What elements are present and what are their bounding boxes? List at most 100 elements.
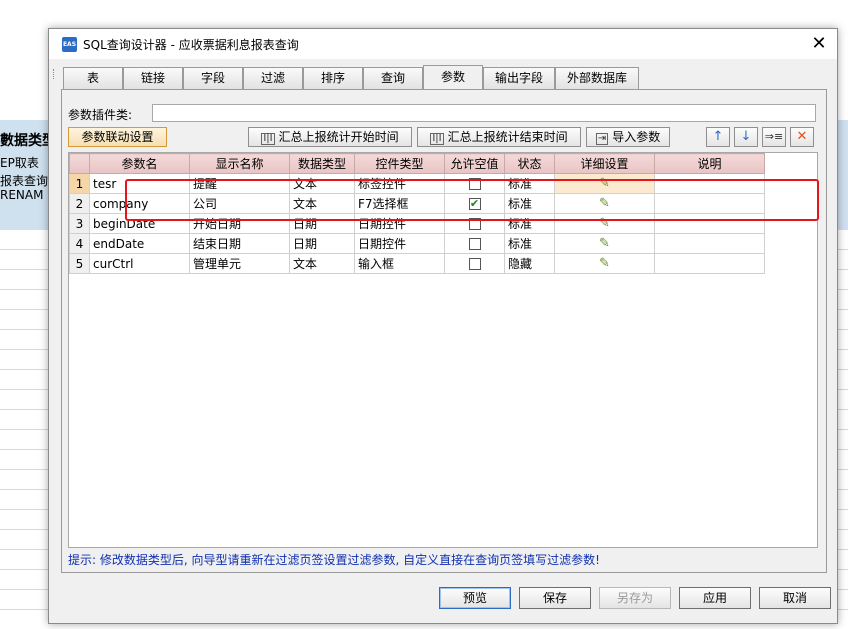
table-row[interactable]: 5 curCtrl 管理单元 文本 输入框 隐藏 ✎: [69, 253, 765, 274]
cancel-button[interactable]: 取消: [759, 587, 831, 609]
allow-null-checkbox[interactable]: [468, 238, 481, 250]
pencil-icon[interactable]: ✎: [599, 256, 610, 271]
status-cell[interactable]: 标准: [504, 213, 555, 234]
data-type-cell[interactable]: 日期: [289, 213, 355, 234]
table-header-row: 参数名 显示名称 数据类型 控件类型 允许空值 状态 详细设置 说明: [69, 153, 765, 174]
column-header[interactable]: 控件类型: [354, 153, 445, 174]
table-row[interactable]: 3 beginDate 开始日期 日期 日期控件 标准 ✎: [69, 213, 765, 234]
nullable-cell[interactable]: ✔: [444, 193, 505, 214]
tab-filter[interactable]: 过滤: [243, 67, 303, 89]
row-number[interactable]: 3: [69, 213, 90, 234]
params-panel: 参数插件类: 参数联动设置 I|I 汇总上报统计开始时间 I|I 汇总上报统计结束时…: [61, 89, 827, 573]
display-name-cell[interactable]: 结束日期: [189, 233, 290, 254]
row-number[interactable]: 1: [69, 173, 90, 194]
param-name-cell[interactable]: tesr: [89, 173, 190, 194]
row-number[interactable]: 2: [69, 193, 90, 214]
control-type-cell[interactable]: F7选择框: [354, 193, 445, 214]
preview-button[interactable]: 预览: [439, 587, 511, 609]
summary-start-time-button[interactable]: I|I 汇总上报统计开始时间: [248, 127, 412, 147]
description-cell[interactable]: [654, 233, 765, 254]
calendar-icon: I|I: [430, 133, 444, 145]
control-type-cell[interactable]: 标签控件: [354, 173, 445, 194]
nullable-cell[interactable]: [444, 173, 505, 194]
display-name-cell[interactable]: 管理单元: [189, 253, 290, 274]
column-header[interactable]: 数据类型: [289, 153, 355, 174]
tab-params[interactable]: 参数: [423, 65, 483, 89]
description-cell[interactable]: [654, 193, 765, 214]
background-header-line: EP取表: [0, 156, 39, 170]
param-name-cell[interactable]: company: [89, 193, 190, 214]
description-cell[interactable]: [654, 213, 765, 234]
nullable-cell[interactable]: [444, 213, 505, 234]
pencil-icon[interactable]: ✎: [599, 176, 610, 191]
table-row[interactable]: 2 company 公司 文本 F7选择框 ✔ 标准 ✎: [69, 193, 765, 214]
column-header[interactable]: 详细设置: [554, 153, 655, 174]
allow-null-checkbox[interactable]: [468, 258, 481, 270]
status-cell[interactable]: 标准: [504, 173, 555, 194]
column-header[interactable]: 说明: [654, 153, 765, 174]
status-cell[interactable]: 标准: [504, 233, 555, 254]
data-type-cell[interactable]: 文本: [289, 173, 355, 194]
tab-query[interactable]: 查询: [363, 67, 423, 89]
tab-table[interactable]: 表: [63, 67, 123, 89]
table-row[interactable]: 1 tesr 提醒 文本 标签控件 标准 ✎: [69, 173, 765, 194]
arrow-down-icon[interactable]: ↓: [734, 127, 758, 147]
data-type-cell[interactable]: 日期: [289, 233, 355, 254]
pencil-icon[interactable]: ✎: [599, 196, 610, 211]
detail-settings-cell[interactable]: ✎: [554, 193, 655, 214]
control-type-cell[interactable]: 输入框: [354, 253, 445, 274]
tab-output-fields[interactable]: 输出字段: [483, 67, 555, 89]
params-table-container: 参数名 显示名称 数据类型 控件类型 允许空值 状态 详细设置 说明 1 tesr…: [68, 152, 818, 548]
save-button[interactable]: 保存: [519, 587, 591, 609]
control-type-cell[interactable]: 日期控件: [354, 213, 445, 234]
summary-end-time-button[interactable]: I|I 汇总上报统计结束时间: [417, 127, 581, 147]
nullable-cell[interactable]: [444, 253, 505, 274]
pencil-icon[interactable]: ✎: [599, 216, 610, 231]
data-type-cell[interactable]: 文本: [289, 193, 355, 214]
tab-sort[interactable]: 排序: [303, 67, 363, 89]
import-icon: ⇥: [595, 133, 609, 145]
tab-link[interactable]: 链接: [123, 67, 183, 89]
display-name-cell[interactable]: 提醒: [189, 173, 290, 194]
data-type-cell[interactable]: 文本: [289, 253, 355, 274]
close-icon[interactable]: ✕: [807, 32, 831, 56]
control-type-cell[interactable]: 日期控件: [354, 233, 445, 254]
status-cell[interactable]: 隐藏: [504, 253, 555, 274]
detail-settings-cell[interactable]: ✎: [554, 233, 655, 254]
param-name-cell[interactable]: endDate: [89, 233, 190, 254]
allow-null-checkbox[interactable]: [468, 178, 481, 190]
allow-null-checkbox[interactable]: [468, 218, 481, 230]
column-header[interactable]: 显示名称: [189, 153, 290, 174]
param-name-cell[interactable]: curCtrl: [89, 253, 190, 274]
row-number[interactable]: 5: [69, 253, 90, 274]
title-bar[interactable]: EAS SQL查询设计器 - 应收票据利息报表查询 ✕: [49, 29, 837, 59]
table-row[interactable]: 4 endDate 结束日期 日期 日期控件 标准 ✎: [69, 233, 765, 254]
pencil-icon[interactable]: ✎: [599, 236, 610, 251]
param-linkage-button[interactable]: 参数联动设置: [68, 127, 167, 147]
tab-external-db[interactable]: 外部数据库: [555, 67, 639, 89]
status-cell[interactable]: 标准: [504, 193, 555, 214]
apply-button[interactable]: 应用: [679, 587, 751, 609]
detail-settings-cell[interactable]: ✎: [554, 253, 655, 274]
column-header[interactable]: 参数名: [89, 153, 190, 174]
row-number[interactable]: 4: [69, 233, 90, 254]
save-as-button[interactable]: 另存为: [599, 587, 671, 609]
tab-field[interactable]: 字段: [183, 67, 243, 89]
display-name-cell[interactable]: 公司: [189, 193, 290, 214]
arrow-up-icon[interactable]: ↑: [706, 127, 730, 147]
delete-icon[interactable]: ✕: [790, 127, 814, 147]
column-header[interactable]: 允许空值: [444, 153, 505, 174]
allow-null-checkbox[interactable]: ✔: [468, 198, 481, 210]
dialog-title: SQL查询设计器 - 应收票据利息报表查询: [83, 38, 299, 52]
description-cell[interactable]: [654, 253, 765, 274]
detail-settings-cell[interactable]: ✎: [554, 173, 655, 194]
param-name-cell[interactable]: beginDate: [89, 213, 190, 234]
import-params-button[interactable]: ⇥ 导入参数: [586, 127, 670, 147]
insert-row-icon[interactable]: ⇒≡: [762, 127, 786, 147]
description-cell[interactable]: [654, 173, 765, 194]
plugin-class-input[interactable]: [152, 104, 816, 122]
display-name-cell[interactable]: 开始日期: [189, 213, 290, 234]
column-header[interactable]: 状态: [504, 153, 555, 174]
detail-settings-cell[interactable]: ✎: [554, 213, 655, 234]
nullable-cell[interactable]: [444, 233, 505, 254]
